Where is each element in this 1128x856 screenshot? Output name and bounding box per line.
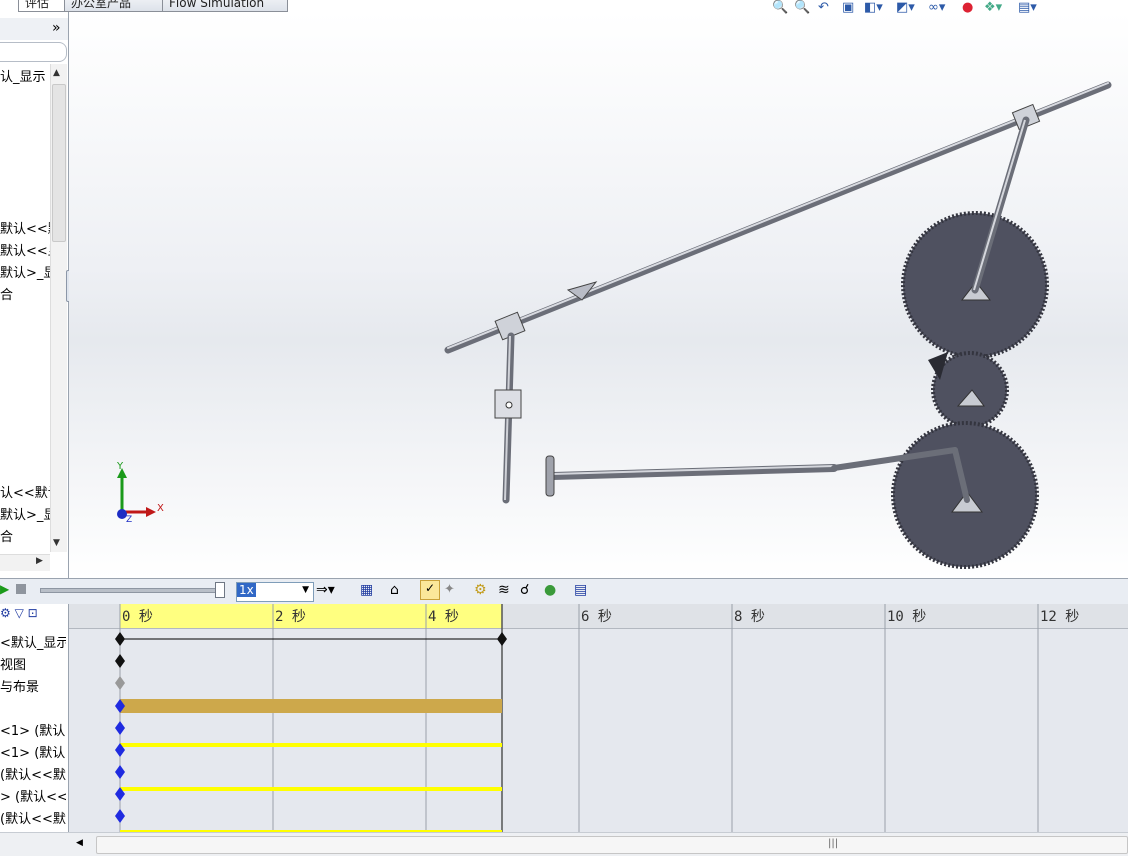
results-icon[interactable]: ▤ <box>574 582 587 598</box>
autokey-icon[interactable]: ✓ <box>420 580 440 600</box>
tree-item[interactable]: 默认<<默 <box>0 218 50 237</box>
zoom-to-fit-icon[interactable]: 🔍 <box>772 0 788 15</box>
motor-icon[interactable]: ⚙ <box>474 582 487 598</box>
tree-row[interactable]: <默认_显示 <box>0 632 66 651</box>
tree-item[interactable]: 合 <box>0 284 50 303</box>
scroll-left-arrow-icon[interactable]: ◀ <box>76 838 83 848</box>
panel-header: » <box>0 18 68 40</box>
feature-tree: 认_显示 默认<<默 默认<<显 默认>_显 合 认<<默认 默认>_显 合 <box>0 66 50 552</box>
tree-row[interactable]: <1> (默认< <box>0 742 66 761</box>
tick-label: 10 秒 <box>887 609 927 625</box>
tree-row[interactable]: <1> (默认< <box>0 720 66 739</box>
graphics-viewport[interactable]: Y X Z <box>69 12 1128 578</box>
scene-icon[interactable]: ❖▾ <box>984 0 1002 15</box>
tree-item[interactable]: 默认<<显 <box>0 240 50 259</box>
gravity-icon[interactable]: ● <box>544 582 556 598</box>
tick-label: 0 秒 <box>122 609 153 625</box>
playback-speed-select[interactable]: 1x ▼ <box>236 582 314 602</box>
save-animation-icon[interactable]: ▦ <box>360 582 373 598</box>
view-orientation-icon[interactable]: ◧▾ <box>864 0 883 15</box>
hide-show-icon[interactable]: ∞▾ <box>928 0 945 15</box>
stop-icon[interactable] <box>16 584 26 594</box>
tree-item[interactable]: 认_显示 <box>0 66 50 85</box>
tab-office-products[interactable]: 办公室产品 <box>64 0 164 12</box>
tick-label: 2 秒 <box>275 609 306 625</box>
play-icon[interactable]: ▶ <box>0 582 9 596</box>
motion-study-tree: ⚙ ▽ ⊡ <默认_显示 视图 与布景 <1> (默认< <1> (默认< (默… <box>0 604 69 832</box>
heads-up-toolbar: 🔍 🔍 ↶ ▣ ◧▾ ◩▾ ∞▾ ● ❖▾ ▤▾ <box>772 0 1052 15</box>
tree-row[interactable]: (默认<<默 <box>0 808 66 827</box>
axis-z-label: Z <box>126 515 133 525</box>
scroll-up-arrow-icon[interactable]: ▲ <box>53 68 60 78</box>
view-settings-icon[interactable]: ▤▾ <box>1018 0 1037 15</box>
contact-icon[interactable]: ☌ <box>520 582 529 598</box>
chevron-down-icon[interactable]: ▼ <box>300 585 311 595</box>
axis-x-label: X <box>157 503 164 514</box>
tree-scroll-thumb[interactable] <box>52 84 66 242</box>
playback-slider[interactable] <box>40 588 222 593</box>
tree-item[interactable]: 认<<默认 <box>0 482 50 501</box>
tick-label: 6 秒 <box>581 609 612 625</box>
mechanism-model <box>444 81 1112 569</box>
scroll-right-arrow-icon[interactable]: ▶ <box>36 556 43 566</box>
tick-label: 4 秒 <box>428 609 459 625</box>
appearance-icon[interactable]: ● <box>962 0 973 15</box>
zoom-area-icon[interactable]: 🔍 <box>794 0 810 15</box>
tick-label: 8 秒 <box>734 609 765 625</box>
playback-mode-icon[interactable]: ⇒▾ <box>316 582 335 598</box>
top-tab-bar: 评估 办公室产品 Flow Simulation <box>0 0 288 12</box>
tree-item[interactable]: 合 <box>0 526 50 545</box>
tree-item[interactable]: 默认>_显 <box>0 262 50 281</box>
axis-y-label: Y <box>117 461 124 472</box>
speed-value: 1x <box>237 583 256 597</box>
tree-row[interactable]: (默认<<默 <box>0 764 66 783</box>
timeline-grid <box>115 604 1039 832</box>
tree-row[interactable]: 与布景 <box>0 676 66 695</box>
playback-slider-thumb[interactable] <box>215 582 225 598</box>
coordinate-triad <box>117 468 156 519</box>
previous-view-icon[interactable]: ↶ <box>818 0 829 15</box>
filter-animated-icon[interactable]: ⚙ ▽ ⊡ <box>0 606 38 620</box>
display-style-icon[interactable]: ◩▾ <box>896 0 915 15</box>
spring-icon[interactable]: ≋ <box>498 582 510 598</box>
tree-item[interactable]: 默认>_显 <box>0 504 50 523</box>
tree-row[interactable]: 视图 <box>0 654 66 673</box>
filter-input[interactable] <box>0 42 67 62</box>
timeline-scroll-thumb[interactable] <box>96 836 1128 854</box>
section-view-icon[interactable]: ▣ <box>842 0 854 15</box>
scroll-grip-icon: ||| <box>828 838 839 849</box>
scroll-down-arrow-icon[interactable]: ▼ <box>53 538 60 548</box>
tab-flow-simulation[interactable]: Flow Simulation <box>162 0 288 12</box>
animation-wizard-icon[interactable]: ⌂ <box>390 582 399 598</box>
add-key-icon[interactable]: ✦ <box>444 582 455 597</box>
expand-chevron-icon[interactable]: » <box>52 20 61 36</box>
tree-row[interactable]: > (默认<< <box>0 786 66 805</box>
tick-label: 12 秒 <box>1040 609 1080 625</box>
